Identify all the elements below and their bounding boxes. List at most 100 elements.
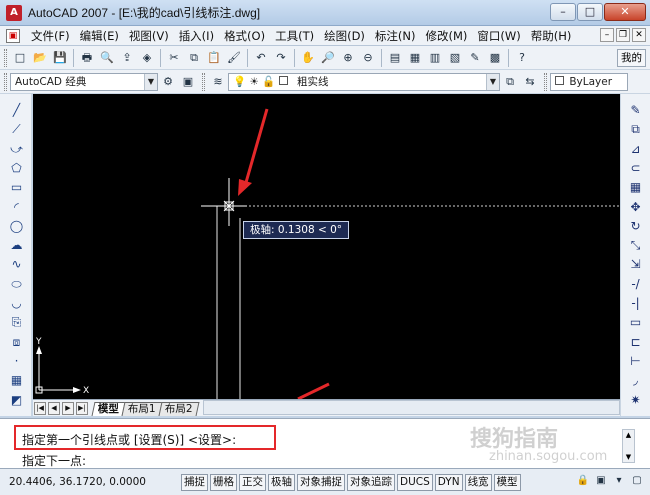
arc-icon[interactable]: ◜	[8, 199, 25, 216]
menu-help[interactable]: 帮助(H)	[526, 28, 577, 44]
layer-previous-icon[interactable]: ⇆	[521, 73, 539, 91]
horizontal-scrollbar[interactable]	[203, 400, 620, 415]
paste-icon[interactable]: 📋	[205, 49, 223, 67]
prev-tab-button[interactable]: ◀	[48, 402, 60, 415]
trim-icon[interactable]: -/	[627, 276, 644, 293]
status-menu-icon[interactable]: ▾	[612, 474, 626, 488]
menu-edit[interactable]: 编辑(E)	[75, 28, 124, 44]
toolbar-grip[interactable]	[202, 72, 205, 91]
plot3d-icon[interactable]: ◈	[138, 49, 156, 67]
close-button[interactable]: ✕	[604, 3, 646, 21]
markup-icon[interactable]: ✎	[466, 49, 484, 67]
first-tab-button[interactable]: |◀	[34, 402, 46, 415]
osnap-toggle[interactable]: 对象捕捉	[297, 473, 345, 491]
ortho-toggle[interactable]: 正交	[239, 473, 266, 491]
layer-combo[interactable]: 💡 ☀ 🔓 粗实线 ▼	[228, 72, 500, 91]
ducs-toggle[interactable]: DUCS	[397, 473, 433, 491]
revcloud-icon[interactable]: ☁	[8, 237, 25, 254]
array-icon[interactable]: ▦	[627, 179, 644, 196]
minimize-button[interactable]: –	[550, 3, 576, 21]
print-icon[interactable]: 🖶	[78, 49, 96, 67]
match-icon[interactable]: 🖌	[225, 49, 243, 67]
offset-icon[interactable]: ⊂	[627, 160, 644, 177]
copy-icon[interactable]: ⧉	[185, 49, 203, 67]
scale-icon[interactable]: ⤡	[627, 237, 644, 254]
mirror-icon[interactable]: ⊿	[627, 141, 644, 158]
properties-icon[interactable]: ▤	[386, 49, 404, 67]
make-block-icon[interactable]: ⧈	[8, 334, 25, 351]
toolbar-grip[interactable]	[544, 72, 547, 91]
polar-toggle[interactable]: 极轴	[268, 473, 295, 491]
chevron-down-icon[interactable]: ▼	[486, 73, 499, 90]
scroll-up-icon[interactable]: ▲	[623, 430, 634, 440]
scroll-down-icon[interactable]: ▼	[623, 452, 634, 462]
workspace-save-icon[interactable]: ▣	[179, 73, 197, 91]
menu-insert[interactable]: 插入(I)	[174, 28, 219, 44]
chamfer-icon[interactable]: ⊢	[627, 353, 644, 370]
calculator-icon[interactable]: ▩	[486, 49, 504, 67]
workspace-settings-icon[interactable]: ⚙	[159, 73, 177, 91]
join-icon[interactable]: ⊏	[627, 334, 644, 351]
menu-format[interactable]: 格式(O)	[219, 28, 270, 44]
open-icon[interactable]: 📂	[31, 49, 49, 67]
color-combo[interactable]: ByLayer	[550, 72, 628, 91]
drawing-area[interactable]: Y X 极轴: 0.1308 < 0°	[33, 94, 620, 399]
zoom-prev-icon[interactable]: ⊖	[359, 49, 377, 67]
rectangle-icon[interactable]: ▭	[8, 179, 25, 196]
layer-manager-icon[interactable]: ≋	[209, 73, 227, 91]
explode-icon[interactable]: ✷	[627, 392, 644, 409]
workspace-combo[interactable]: AutoCAD 经典 ▼	[10, 72, 158, 91]
menu-file[interactable]: 文件(F)	[26, 28, 75, 44]
snap-toggle[interactable]: 捕捉	[181, 473, 208, 491]
zoom-realtime-icon[interactable]: 🔎	[319, 49, 337, 67]
pan-icon[interactable]: ✋	[299, 49, 317, 67]
last-tab-button[interactable]: ▶|	[76, 402, 88, 415]
construction-line-icon[interactable]: ⟋	[8, 121, 25, 138]
erase-icon[interactable]: ✎	[627, 102, 644, 119]
grid-toggle[interactable]: 栅格	[210, 473, 237, 491]
menu-view[interactable]: 视图(V)	[124, 28, 174, 44]
new-icon[interactable]: □	[11, 49, 29, 67]
rotate-icon[interactable]: ↻	[627, 218, 644, 235]
next-tab-button[interactable]: ▶	[62, 402, 74, 415]
redo-icon[interactable]: ↷	[272, 49, 290, 67]
save-icon[interactable]: 💾	[51, 49, 69, 67]
autocad-app-icon[interactable]: A	[6, 4, 22, 21]
stretch-icon[interactable]: ⇲	[627, 256, 644, 273]
undo-icon[interactable]: ↶	[252, 49, 270, 67]
doc-close-button[interactable]: ✕	[632, 28, 646, 42]
publish-icon[interactable]: ⇪	[118, 49, 136, 67]
polyline-icon[interactable]: ⤻	[8, 141, 25, 158]
my-workspace-combo[interactable]: 我的	[617, 49, 646, 67]
lock-icon[interactable]: 🔒	[576, 474, 590, 488]
clean-screen-icon[interactable]: ▢	[630, 474, 644, 488]
menu-tools[interactable]: 工具(T)	[270, 28, 319, 44]
cut-icon[interactable]: ✂	[165, 49, 183, 67]
lineweight-toggle[interactable]: 线宽	[464, 473, 492, 491]
command-scrollbar[interactable]: ▲ ▼	[622, 429, 635, 463]
coordinate-readout[interactable]: 20.4406, 36.1720, 0.0000	[9, 473, 181, 492]
line-icon[interactable]: ╱	[8, 102, 25, 119]
preview-icon[interactable]: 🔍	[98, 49, 116, 67]
command-prompt-line[interactable]: 指定下一点:	[22, 452, 86, 469]
maximize-button[interactable]: □	[577, 3, 603, 21]
point-icon[interactable]: ·	[8, 353, 25, 370]
sheet-set-icon[interactable]: ▧	[446, 49, 464, 67]
document-icon[interactable]: ▣	[6, 28, 20, 43]
tab-model[interactable]: 模型	[91, 402, 126, 416]
toolbar-grip[interactable]	[4, 72, 7, 91]
doc-restore-button[interactable]: ❐	[616, 28, 630, 42]
command-window[interactable]: 搜狗指南 zhinan.sogou.com 指定第一个引线点或 [设置(S)] …	[0, 418, 650, 468]
break-icon[interactable]: ▭	[627, 314, 644, 331]
toolbar-grip[interactable]	[4, 48, 7, 67]
region-icon[interactable]: ◩	[8, 392, 25, 409]
design-center-icon[interactable]: ▦	[406, 49, 424, 67]
menu-window[interactable]: 窗口(W)	[472, 28, 525, 44]
make-current-layer-icon[interactable]: ⧉	[501, 73, 519, 91]
ellipse-arc-icon[interactable]: ◡	[8, 295, 25, 312]
ellipse-icon[interactable]: ⬭	[8, 276, 25, 293]
move-icon[interactable]: ✥	[627, 199, 644, 216]
tab-layout1[interactable]: 布局1	[121, 402, 163, 416]
help-icon[interactable]: ?	[513, 49, 531, 67]
copy-object-icon[interactable]: ⧉	[627, 121, 644, 138]
